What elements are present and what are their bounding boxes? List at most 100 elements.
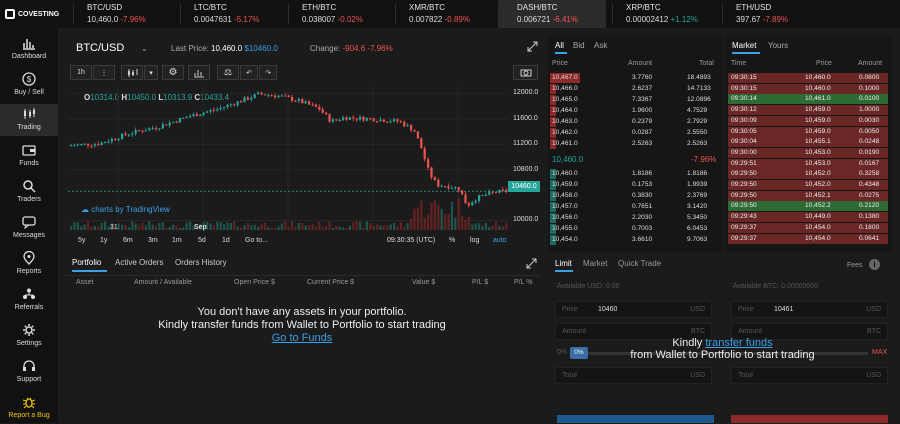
ask-row[interactable]: 10,465.0 7.3367 12.0896: [550, 95, 720, 105]
sidebar-item-dashboard[interactable]: Dashboard: [0, 33, 58, 65]
ask-row[interactable]: 10,466.0 2.6237 14.7133: [550, 84, 720, 94]
ob-tab-ask[interactable]: Ask: [594, 41, 607, 50]
ticker-xrp-btc[interactable]: XRP/BTC 0.00002412 +1.12%: [626, 3, 698, 24]
sidebar-item-label: Dashboard: [11, 53, 47, 60]
sidebar-item-reports[interactable]: Reports: [0, 248, 58, 280]
ask-row[interactable]: 10,461.0 2.5263 2.5263: [550, 139, 720, 149]
go-to-funds-link[interactable]: Go to Funds: [61, 332, 543, 345]
timeframe-1m[interactable]: 1m: [172, 237, 182, 244]
ticker-price: 0.00002412: [626, 15, 669, 24]
ticker-eth-btc[interactable]: ETH/BTC 0.038007 -0.02%: [302, 3, 363, 24]
trade-time: 09:30:15: [731, 74, 757, 81]
bid-amount: 1.8186: [632, 170, 653, 177]
ask-amount: 0.2379: [632, 118, 653, 125]
timeframe-6m[interactable]: 6m: [123, 237, 133, 244]
tab-portfolio[interactable]: Portfolio: [72, 258, 101, 267]
sidebar-item-support[interactable]: Support: [0, 356, 58, 388]
ask-total: 14.7133: [687, 85, 711, 92]
mt-tab-market[interactable]: Market: [732, 41, 756, 50]
chart-pair[interactable]: BTC/USD: [76, 42, 124, 54]
sidebar-item-trading[interactable]: Trading: [0, 104, 58, 136]
ob-tab-all[interactable]: All: [555, 41, 564, 50]
ticker-change: -0.02%: [337, 15, 363, 24]
ask-price: 10,462.0: [552, 129, 578, 136]
sidebar-item-funds[interactable]: Funds: [0, 140, 58, 172]
log-toggle[interactable]: log: [470, 237, 479, 244]
screenshot-button[interactable]: [513, 65, 538, 80]
ask-row[interactable]: 10,463.0 0.2379 2.7929: [550, 117, 720, 127]
timeframe-5y[interactable]: 5y: [78, 237, 85, 244]
bid-row[interactable]: 10,458.0 0.3830 2.3769: [550, 191, 720, 201]
redo-button[interactable]: ↷: [259, 65, 277, 80]
settings-button[interactable]: ⚙: [162, 65, 184, 80]
ticker-ltc-btc[interactable]: LTC/BTC 0.0047631 -5.17%: [194, 3, 259, 24]
sidebar-item-traders[interactable]: Traders: [0, 176, 58, 208]
timeframe-5d[interactable]: 5d: [198, 237, 206, 244]
timeframe-1d[interactable]: 1d: [222, 237, 230, 244]
tab-orders-history[interactable]: Orders History: [175, 258, 227, 267]
mt-tab-yours[interactable]: Yours: [768, 41, 788, 50]
chart-style-button[interactable]: [121, 65, 143, 80]
mt-col-time: Time: [731, 60, 747, 67]
timeframe-goto[interactable]: Go to...: [245, 237, 268, 244]
bid-row[interactable]: 10,457.0 0.7651 3.1420: [550, 202, 720, 212]
tradingview-watermark[interactable]: ☁ charts by TradingView: [81, 205, 170, 214]
timeframe-1y[interactable]: 1y: [100, 237, 107, 244]
ask-row[interactable]: 10,464.0 1.9600 4.7529: [550, 106, 720, 116]
sidebar-item-label: Buy / Sell: [14, 89, 44, 96]
ask-row[interactable]: 10,462.0 0.0287 2.5550: [550, 128, 720, 138]
expand-icon[interactable]: [527, 41, 538, 52]
order-tab-quick-trade[interactable]: Quick Trade: [618, 259, 661, 268]
timeframe-3m[interactable]: 3m: [148, 237, 158, 244]
bid-row[interactable]: 10,454.0 3.6610 9.7063: [550, 235, 720, 245]
chevron-down-icon[interactable]: ⌄: [141, 44, 149, 53]
sidebar-item-report-a-bug[interactable]: Report a Bug: [0, 392, 58, 424]
bid-row[interactable]: 10,459.0 0.1753 1.9939: [550, 180, 720, 190]
buy-price-field[interactable]: Price 10460 USD: [555, 301, 712, 318]
ob-tab-bid[interactable]: Bid: [573, 41, 585, 50]
expand-portfolio-icon[interactable]: [526, 258, 537, 269]
order-tab-market[interactable]: Market: [583, 259, 607, 268]
sidebar-item-referrals[interactable]: Referrals: [0, 284, 58, 316]
sidebar-item-settings[interactable]: Settings: [0, 320, 58, 352]
ticker-dash-btc[interactable]: DASH/BTC 0.006721 -6.41%: [517, 3, 578, 24]
compare-button[interactable]: ⚖: [217, 65, 239, 80]
undo-button[interactable]: ↶: [240, 65, 258, 80]
ticker-btc-usd[interactable]: BTC/USD 10,460.0 -7.96%: [87, 3, 146, 24]
overlay-line2: from Wallet to Portfolio to start tradin…: [630, 349, 815, 361]
ticker-eth-usd[interactable]: ETH/USD 397.67 -7.89%: [736, 3, 788, 24]
candle-body: [393, 119, 396, 122]
candle-body: [121, 133, 124, 139]
sidebar-item-messages[interactable]: Messages: [0, 212, 58, 244]
sell-total-field[interactable]: Total USD: [731, 367, 888, 384]
auto-toggle[interactable]: auto: [493, 237, 507, 244]
sidebar-item-buy-sell[interactable]: $ Buy / Sell: [0, 69, 58, 101]
ticker-xmr-btc[interactable]: XMR/BTC 0.007822 -0.89%: [409, 3, 470, 24]
volume-bar: [127, 227, 130, 230]
volume-bar: [124, 224, 127, 230]
indicators-button[interactable]: [188, 65, 210, 80]
percent-toggle[interactable]: %: [449, 237, 455, 244]
logo[interactable]: COVESTING: [0, 0, 62, 28]
interval-dropdown[interactable]: ⋮: [93, 65, 115, 80]
ask-row[interactable]: 10,467.0 3.7760 18.4893: [550, 73, 720, 83]
bid-row[interactable]: 10,456.0 2.2030 5.3450: [550, 213, 720, 223]
tab-active-orders[interactable]: Active Orders: [115, 258, 163, 267]
transfer-funds-link[interactable]: transfer funds: [705, 337, 772, 349]
buy-button[interactable]: [557, 415, 714, 423]
bid-row[interactable]: 10,455.0 0.7003 6.0453: [550, 224, 720, 234]
volume-bar: [168, 226, 171, 230]
info-icon[interactable]: i: [869, 259, 880, 270]
buy-total-field[interactable]: Total USD: [555, 367, 712, 384]
sell-button[interactable]: [731, 415, 888, 423]
portfolio-col-header: Asset: [76, 279, 94, 286]
trade-time: 09:29:51: [731, 159, 757, 167]
ticker-change: -7.89%: [762, 15, 789, 24]
order-tab-limit[interactable]: Limit: [555, 259, 572, 268]
order-tab-underline: [555, 270, 573, 272]
chart-style-dropdown[interactable]: ▾: [144, 65, 158, 80]
candle-body: [501, 189, 504, 191]
interval-button[interactable]: 1h: [70, 65, 92, 80]
bid-row[interactable]: 10,460.0 1.8186 1.8186: [550, 169, 720, 179]
sell-price-field[interactable]: Price 10461 USD: [731, 301, 888, 318]
